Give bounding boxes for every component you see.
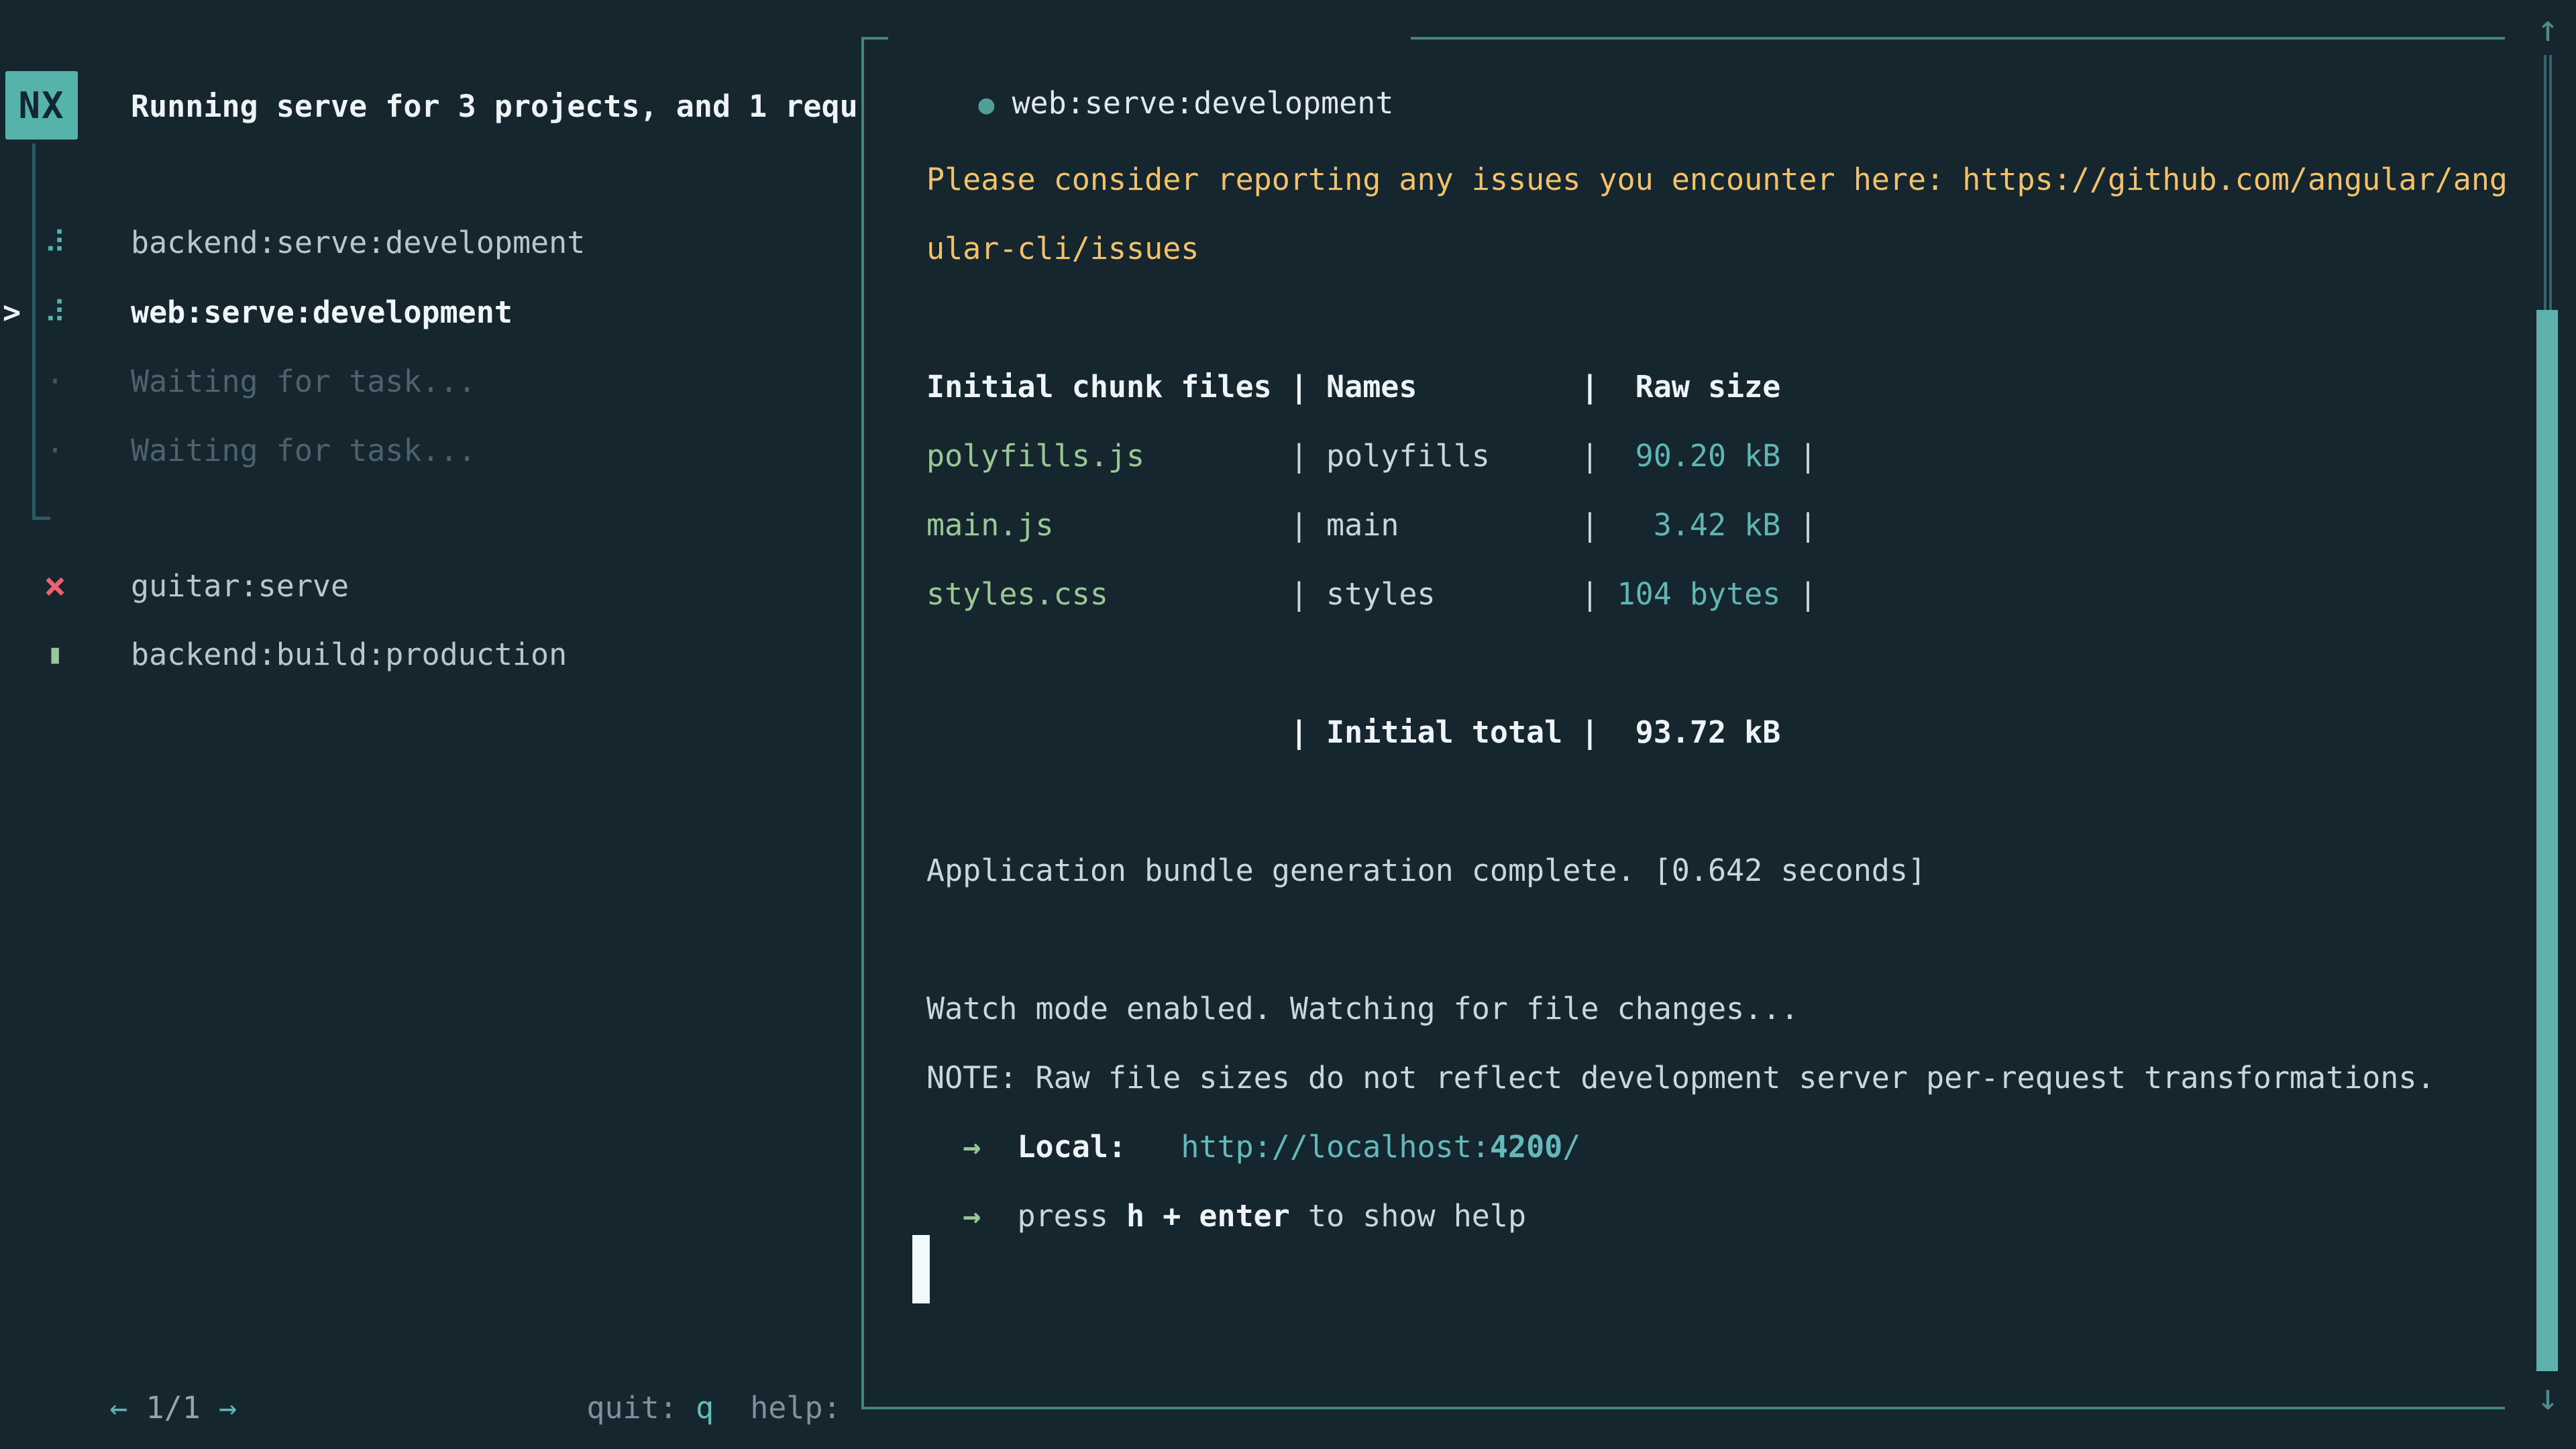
localhost-url[interactable]: http://localhost: [1181, 1129, 1490, 1165]
chunk-table-row: main.js | main | 3.42 kB | [926, 490, 2508, 559]
chunk-name-cell: | polyfills | [1290, 438, 1599, 474]
issue-notice-line1: Please consider reporting any issues you… [926, 145, 2508, 214]
running-bullet-icon: ● [978, 89, 994, 120]
waiting-dot-icon: · [39, 347, 71, 416]
table-pipe: | [1780, 507, 1817, 543]
quit-hint-label: quit: [586, 1390, 696, 1426]
success-square-icon: ▮ [39, 620, 71, 689]
blank-line [926, 767, 2508, 836]
panel-title: ●web:serve:development [888, 7, 1411, 71]
local-label: Local: [1017, 1129, 1126, 1165]
task-output-panel: ● web:serve:development Please consider r… [861, 37, 2505, 1409]
url-slash[interactable]: / [1562, 1129, 1580, 1165]
initial-total-row: | Initial total | 93.72 kB [926, 698, 2508, 767]
keyboard-hints: quit: q help: ? [514, 1304, 860, 1373]
task-row-backend-serve[interactable]: ⠼ backend:serve:development [0, 208, 860, 277]
app-title: Running serve for 3 projects, and 1 requ [131, 72, 858, 141]
total-value: 93.72 kB [1599, 714, 1780, 750]
chunk-table-row: styles.css | styles | 104 bytes | [926, 559, 2508, 629]
prev-page-arrow-icon[interactable]: ← [109, 1390, 127, 1426]
task-row-web-serve[interactable]: > ⠼ web:serve:development [0, 278, 860, 347]
note-line: NOTE: Raw file sizes do not reflect deve… [926, 1043, 2508, 1112]
scrollbar-track[interactable] [2544, 55, 2552, 311]
localhost-port[interactable]: 4200 [1490, 1129, 1562, 1165]
arrow-icon: → [926, 1129, 1017, 1165]
task-row-guitar-serve[interactable]: × guitar:serve [0, 551, 860, 621]
task-row-waiting-2[interactable]: · Waiting for task... [0, 416, 860, 485]
chunk-file-name: main.js [926, 507, 1290, 543]
help-hint-line: → press h + enter to show help [926, 1181, 2508, 1250]
scroll-up-arrow-icon[interactable]: ↑ [2528, 5, 2568, 52]
task-label: Waiting for task... [131, 416, 476, 485]
bundle-complete-line: Application bundle generation complete. … [926, 836, 2508, 905]
task-label: Waiting for task... [131, 347, 476, 416]
chunk-size-value: 104 bytes [1599, 576, 1780, 612]
chunk-table-row: polyfills.js | polyfills | 90.20 kB | [926, 421, 2508, 490]
help-key: ? [859, 1390, 860, 1426]
scrollbar-thumb[interactable] [2536, 310, 2558, 1371]
task-pagination: ← 1/1 → [37, 1304, 237, 1373]
next-page-arrow-icon[interactable]: → [219, 1390, 237, 1426]
task-label: guitar:serve [131, 551, 349, 621]
arrow-icon: → [926, 1198, 1017, 1234]
chunk-name-cell: | main | [1290, 507, 1599, 543]
task-label-selected: web:serve:development [131, 278, 513, 347]
chunk-file-name: styles.css [926, 576, 1290, 612]
waiting-dot-icon: · [39, 416, 71, 485]
task-row-backend-build[interactable]: ▮ backend:build:production [0, 620, 860, 689]
watch-mode-line: Watch mode enabled. Watching for file ch… [926, 974, 2508, 1043]
gap [1126, 1129, 1181, 1165]
help-keys: h + enter [1126, 1198, 1290, 1234]
running-spinner-icon: ⠼ [39, 278, 71, 347]
task-label: backend:build:production [131, 620, 567, 689]
nx-terminal-ui: { "colors": { "background": "#15262f", "… [0, 0, 2576, 1449]
blank-line [926, 629, 2508, 698]
blank-line [926, 905, 2508, 974]
failed-x-icon: × [39, 551, 71, 621]
nx-logo: NX [5, 71, 78, 140]
help-rest: to show help [1290, 1198, 1526, 1234]
task-row-waiting-1[interactable]: · Waiting for task... [0, 347, 860, 416]
terminal-output: Please consider reporting any issues you… [926, 145, 2508, 1250]
issue-notice-line2: ular-cli/issues [926, 214, 2508, 283]
table-pipe: | [1780, 576, 1817, 612]
press-text: press [1017, 1198, 1126, 1234]
total-indent [926, 714, 1290, 750]
chunk-size-value: 3.42 kB [1599, 507, 1780, 543]
running-spinner-icon: ⠼ [39, 208, 71, 277]
selected-chevron-icon: > [3, 278, 21, 347]
chunk-file-name: polyfills.js [926, 438, 1290, 474]
scroll-down-arrow-icon[interactable]: ↓ [2528, 1374, 2568, 1421]
task-sidebar: NX Running serve for 3 projects, and 1 r… [0, 0, 860, 1449]
panel-title-text: web:serve:development [1012, 85, 1393, 121]
quit-key: q [696, 1390, 714, 1426]
total-label: | Initial total | [1290, 714, 1599, 750]
table-pipe: | [1780, 438, 1817, 474]
terminal-cursor [912, 1235, 930, 1303]
page-indicator: 1/1 [127, 1390, 218, 1426]
blank-line [926, 283, 2508, 352]
chunk-table-header: Initial chunk files | Names | Raw size [926, 352, 2508, 421]
chunk-name-cell: | styles | [1290, 576, 1599, 612]
task-label: backend:serve:development [131, 208, 585, 277]
local-url-line: → Local: http://localhost:4200/ [926, 1112, 2508, 1181]
help-hint-label: help: [714, 1390, 859, 1426]
chunk-size-value: 90.20 kB [1599, 438, 1780, 474]
